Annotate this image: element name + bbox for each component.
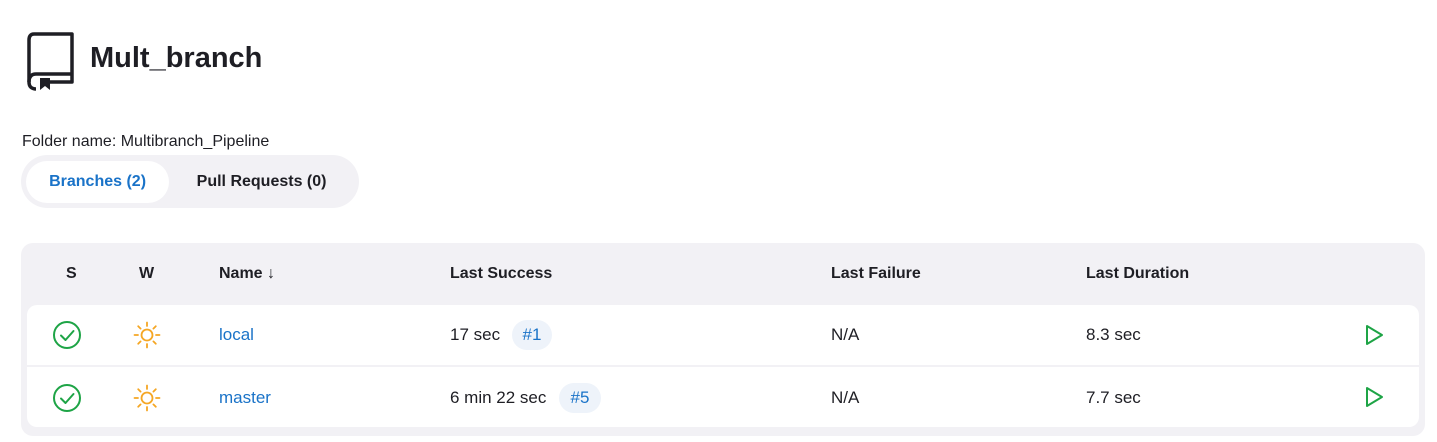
success-check-icon	[53, 384, 81, 412]
branches-table: S W Name ↓ Last Success Last Failure Las…	[21, 243, 1425, 436]
repository-book-icon	[27, 32, 74, 91]
branch-name-link[interactable]: master	[219, 388, 271, 408]
build-number-link[interactable]: #5	[559, 383, 601, 413]
column-header-status[interactable]: S	[66, 265, 77, 283]
last-duration-value: 7.7 sec	[1086, 388, 1141, 407]
column-header-last-duration[interactable]: Last Duration	[1086, 265, 1189, 283]
last-failure-value: N/A	[831, 325, 860, 344]
tab-bar: Branches (2) Pull Requests (0)	[21, 155, 359, 208]
tab-branches[interactable]: Branches (2)	[26, 160, 170, 203]
table-row: master 6 min 22 sec #5 N/A 7.7 sec	[27, 367, 1419, 427]
page-title: Mult_branch	[90, 42, 263, 74]
build-number-link[interactable]: #1	[512, 320, 552, 350]
last-success-time: 6 min 22 sec	[450, 388, 547, 407]
tab-pull-requests[interactable]: Pull Requests (0)	[169, 161, 354, 203]
folder-name-value: Multibranch_Pipeline	[120, 133, 270, 150]
success-check-icon	[53, 321, 81, 349]
column-header-weather[interactable]: W	[139, 265, 154, 283]
column-header-last-success[interactable]: Last Success	[450, 265, 552, 283]
play-icon[interactable]	[1362, 385, 1386, 409]
play-icon[interactable]	[1362, 323, 1386, 347]
folder-name-label: Folder name:	[22, 133, 117, 150]
sunny-icon	[133, 321, 161, 349]
sunny-icon	[133, 384, 161, 412]
table-row: local 17 sec #1 N/A 8.3 sec	[27, 305, 1419, 365]
column-header-name[interactable]: Name ↓	[219, 265, 275, 283]
last-success-time: 17 sec	[450, 325, 501, 344]
table-header: S W Name ↓ Last Success Last Failure Las…	[21, 243, 1425, 305]
folder-name: Folder name: Multibranch_Pipeline	[22, 133, 269, 151]
page-header	[26, 32, 76, 92]
column-header-last-failure[interactable]: Last Failure	[831, 265, 921, 283]
branch-name-link[interactable]: local	[219, 325, 254, 345]
last-failure-value: N/A	[831, 388, 860, 407]
last-duration-value: 8.3 sec	[1086, 325, 1141, 344]
